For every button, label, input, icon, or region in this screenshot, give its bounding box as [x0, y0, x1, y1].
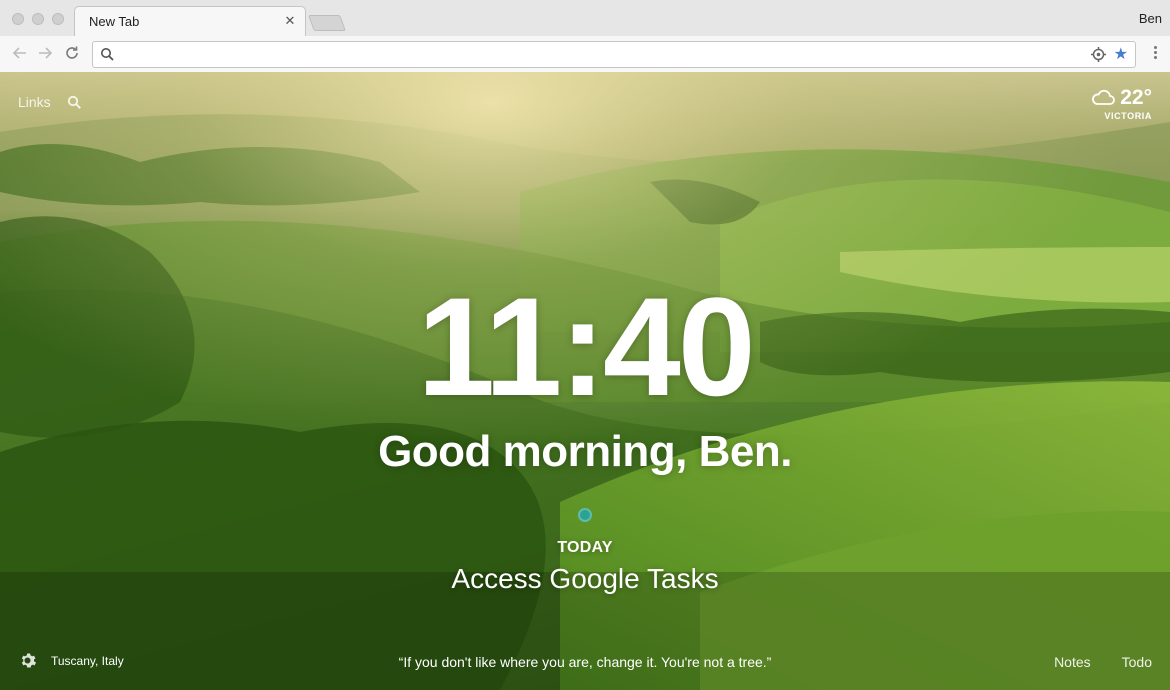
cloud-icon [1092, 89, 1116, 105]
notes-button[interactable]: Notes [1054, 654, 1091, 670]
top-left-widgets: Links [18, 94, 82, 110]
clock: 11:40 [417, 268, 755, 425]
close-icon[interactable]: ✕ [283, 13, 297, 29]
weather-city: VICTORIA [1104, 111, 1152, 121]
browser-tab[interactable]: New Tab ✕ [74, 6, 306, 36]
tab-title: New Tab [89, 14, 140, 29]
bottom-right-widgets: Notes Todo [1023, 654, 1152, 670]
todo-button[interactable]: Todo [1122, 654, 1152, 670]
weather-widget[interactable]: 22° VICTORIA [1090, 86, 1152, 121]
tab-strip: New Tab ✕ Ben [0, 0, 1170, 36]
focus-widget[interactable]: TODAY Access Google Tasks [0, 539, 1170, 595]
address-bar[interactable]: ★ [92, 41, 1136, 68]
window-close-button[interactable] [12, 13, 24, 25]
focus-task[interactable]: Access Google Tasks [0, 563, 1170, 595]
address-input[interactable] [121, 45, 1071, 65]
browser-menu-icon[interactable] [1152, 44, 1158, 64]
new-tab-button[interactable] [308, 15, 346, 31]
search-icon[interactable] [67, 95, 82, 110]
window-zoom-button[interactable] [52, 13, 64, 25]
weather-temperature: 22° [1120, 86, 1152, 109]
focus-label: TODAY [557, 539, 613, 556]
browser-chrome: New Tab ✕ Ben ★ [0, 0, 1170, 72]
focus-dot [578, 508, 592, 522]
greeting: Good morning, Ben. [378, 427, 792, 476]
new-tab-page: Links 22° VICTORIA 11:40 Good morning, B… [0, 72, 1170, 690]
forward-arrow-icon[interactable] [35, 44, 55, 64]
location-icon[interactable] [1090, 46, 1107, 63]
search-icon [101, 48, 114, 61]
quote: “If you don't like where you are, change… [398, 654, 772, 670]
back-arrow-icon[interactable] [10, 44, 30, 64]
browser-toolbar: ★ [0, 36, 1170, 72]
star-icon[interactable]: ★ [1114, 45, 1128, 64]
reload-icon[interactable] [62, 44, 82, 64]
links-button[interactable]: Links [18, 94, 51, 110]
window-minimize-button[interactable] [32, 13, 44, 25]
profile-name[interactable]: Ben [1139, 11, 1162, 26]
center-widgets: 11:40 Good morning, Ben. [0, 277, 1170, 477]
